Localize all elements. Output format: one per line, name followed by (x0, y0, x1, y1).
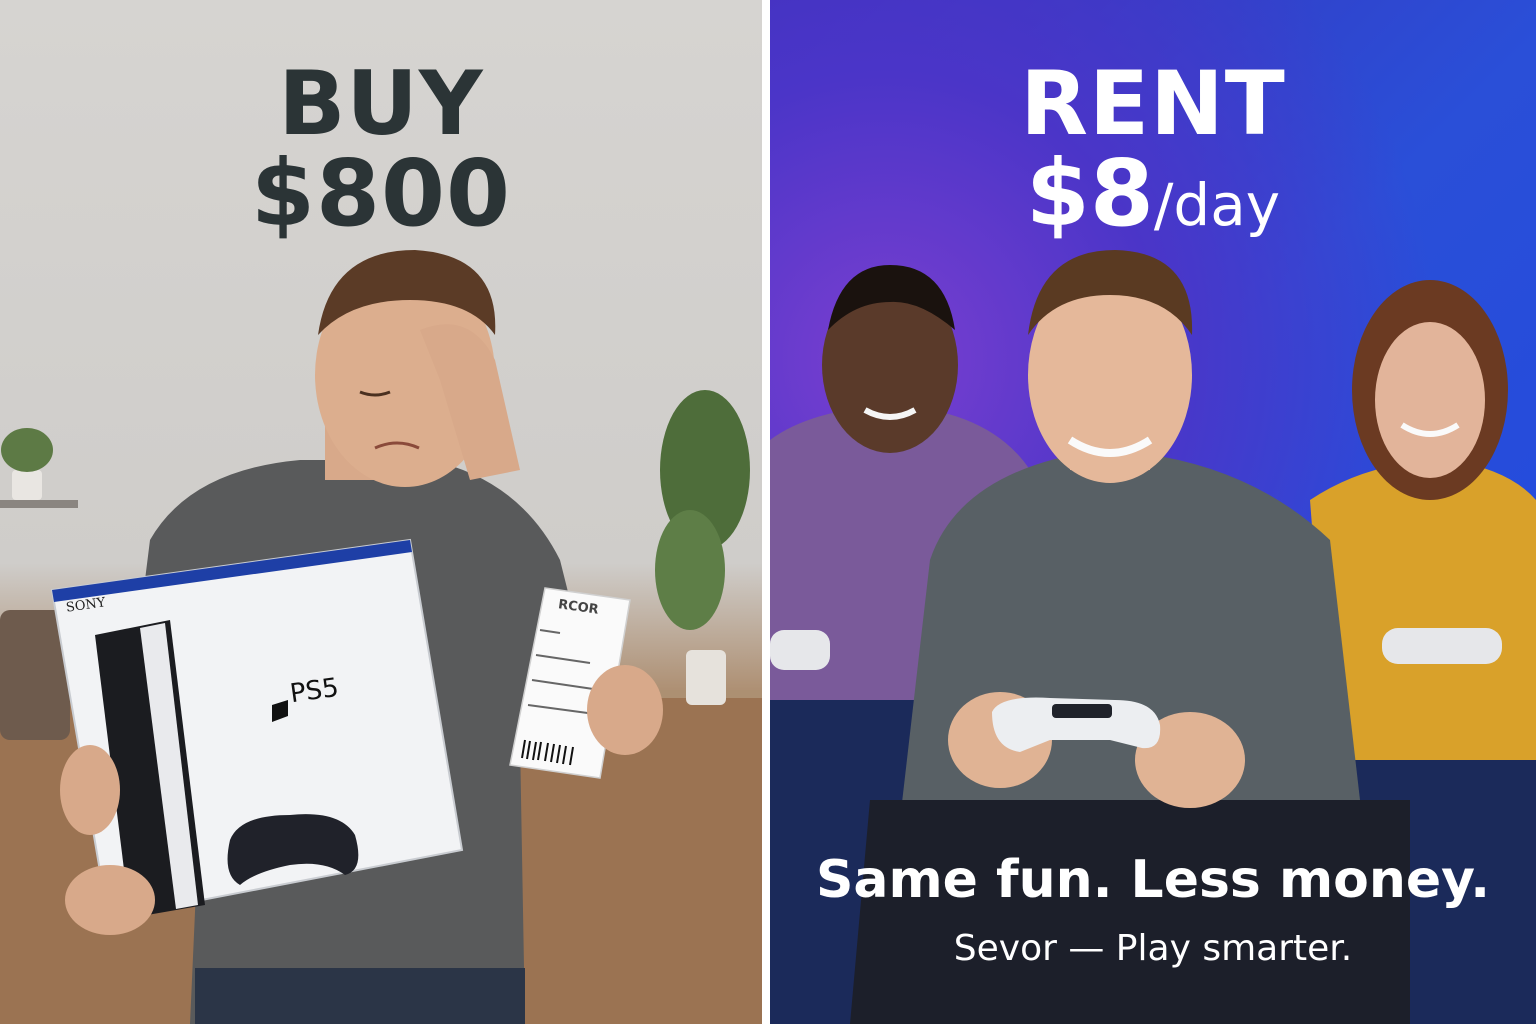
rent-price-row: $8/day (770, 140, 1536, 247)
rent-panel: RENT $8/day Same fun. Less money. Sevor … (770, 0, 1536, 1024)
right-controller-icon (1382, 628, 1502, 664)
brand-line: Sevor — Play smarter. (953, 928, 1353, 969)
buy-price: $800 (250, 140, 512, 247)
panel-divider (762, 0, 770, 1024)
plant-icon (1, 428, 53, 472)
buy-panel: SONY PS5 RCOR BUY $800 (0, 0, 762, 1024)
rent-price-unit: /day (1153, 171, 1281, 239)
pot-icon (12, 470, 42, 500)
left-controller-icon (770, 630, 830, 670)
rent-price: $8 (1025, 140, 1154, 247)
right-friend-face (1375, 322, 1485, 478)
tagline: Same fun. Less money. (815, 850, 1491, 910)
ps5-box (50, 538, 464, 920)
